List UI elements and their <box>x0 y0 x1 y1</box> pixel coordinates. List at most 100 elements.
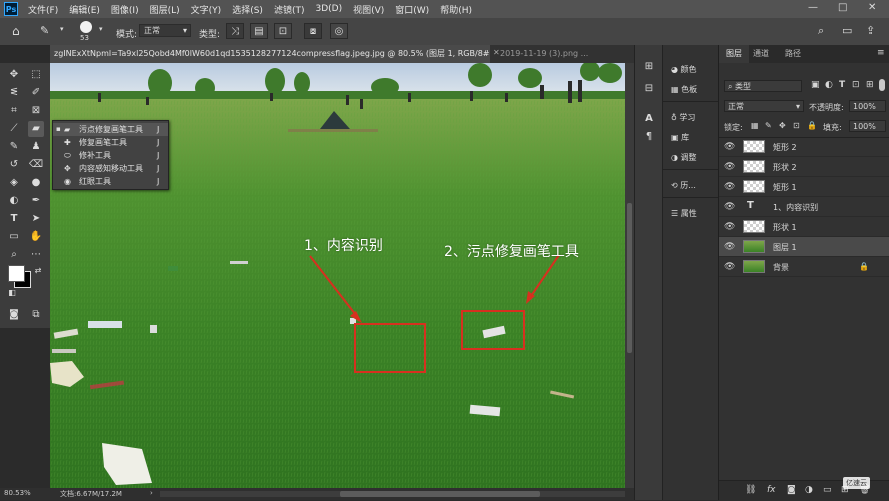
panel-learn[interactable]: ♁ 学习 <box>671 112 695 123</box>
eye-icon[interactable]: 👁 <box>724 222 735 232</box>
filter-shape-icon[interactable]: ⊡ <box>852 80 860 90</box>
flyout-item-patch[interactable]: ⬭ 修补工具 J <box>53 149 168 162</box>
status-chevron-icon[interactable]: › <box>150 489 153 497</box>
eye-icon[interactable]: 👁 <box>724 162 735 172</box>
flyout-item-red-eye[interactable]: ◉ 红眼工具 J <box>53 175 168 188</box>
adjustment-icon[interactable]: ◑ <box>805 485 813 495</box>
fill-input[interactable]: 100% <box>849 120 886 132</box>
screen-mode-icon[interactable]: ⧉ <box>28 307 44 323</box>
group-icon[interactable]: ▭ <box>823 485 832 495</box>
swap-colors-icon[interactable]: ⇄ <box>30 263 46 279</box>
menu-file[interactable]: 文件(F) <box>28 3 58 16</box>
quick-mask-icon[interactable]: ◙ <box>6 307 22 323</box>
panel-adjustments[interactable]: ◑ 调整 <box>671 152 697 163</box>
menu-window[interactable]: 窗口(W) <box>395 3 429 16</box>
filter-type-icon[interactable]: T <box>839 80 845 90</box>
eraser-tool-icon[interactable]: ⌫ <box>28 157 44 173</box>
history-brush-tool-icon[interactable]: ↺ <box>6 157 22 173</box>
swatches-panel-icon[interactable]: ⊟ <box>641 81 657 97</box>
tab-channels[interactable]: 通道 <box>753 45 769 63</box>
opacity-input[interactable]: 100% <box>849 100 886 112</box>
zoom-tool-icon[interactable]: ⌕ <box>6 247 22 263</box>
brush-picker-chevron-icon[interactable]: ▾ <box>99 25 103 33</box>
layer-row[interactable]: 👁 ▭ 矩形 1 <box>719 177 889 197</box>
menu-help[interactable]: 帮助(H) <box>440 3 472 16</box>
zoom-level[interactable]: 80.53% <box>4 489 31 497</box>
mode-select[interactable]: 正常 ▾ <box>139 24 191 37</box>
menu-3d[interactable]: 3D(D) <box>315 4 342 14</box>
hand-tool-icon[interactable]: ✋ <box>28 229 44 245</box>
frame-tool-icon[interactable]: ⊠ <box>28 103 44 119</box>
tab-layers[interactable]: 图层 <box>719 45 749 63</box>
photoshop-logo-icon[interactable]: Ps <box>4 2 18 16</box>
create-texture-button[interactable]: ▤ <box>250 23 268 39</box>
menu-view[interactable]: 视图(V) <box>353 3 384 16</box>
pressure-size-button[interactable]: ◎ <box>330 23 348 39</box>
panel-history[interactable]: ⟲ 历... <box>671 180 696 191</box>
blend-mode-select[interactable]: 正常 ▾ <box>724 100 804 112</box>
flyout-item-healing-brush[interactable]: ✚ 修复画笔工具 J <box>53 136 168 149</box>
eye-icon[interactable]: 👁 <box>724 242 735 252</box>
menu-layer[interactable]: 图层(L) <box>150 3 180 16</box>
layer-row[interactable]: 👁 ▭ 形状 2 <box>719 157 889 177</box>
lock-artboard-icon[interactable]: ⊡ <box>793 121 800 130</box>
layer-kind-filter[interactable]: ⌕ 类型 <box>724 80 802 92</box>
panel-properties[interactable]: ☰ 属性 <box>671 208 697 219</box>
brush-tool-icon[interactable]: ✎ <box>6 139 22 155</box>
brush-preview-icon[interactable] <box>80 21 92 33</box>
layer-row[interactable]: 👁 背景 🔒 <box>719 257 889 277</box>
lock-pixels-icon[interactable]: ✎ <box>765 121 772 130</box>
link-icon[interactable]: ⛓ <box>745 485 756 495</box>
paint-bucket-tool-icon[interactable]: ◈ <box>6 175 22 191</box>
menu-type[interactable]: 文字(Y) <box>191 3 222 16</box>
mask-icon[interactable]: ◙ <box>787 485 796 495</box>
filter-toggle[interactable] <box>879 79 885 91</box>
healing-brush-tool-icon[interactable]: ▰ <box>28 121 44 137</box>
menu-edit[interactable]: 编辑(E) <box>69 3 100 16</box>
canvas-vertical-scrollbar[interactable] <box>625 63 634 488</box>
fx-icon[interactable]: fx <box>767 485 776 495</box>
quick-select-tool-icon[interactable]: ✐ <box>28 85 44 101</box>
marquee-tool-icon[interactable]: ⬚ <box>28 67 44 83</box>
layer-row[interactable]: 👁 ▭ 形状 1 <box>719 217 889 237</box>
layer-row[interactable]: 👁 ▭ 矩形 2 <box>719 137 889 157</box>
eye-icon[interactable]: 👁 <box>724 202 735 212</box>
home-icon[interactable]: ⌂ <box>12 24 20 38</box>
flyout-item-content-aware-move[interactable]: ✥ 内容感知移动工具 J <box>53 162 168 175</box>
pen-tool-icon[interactable]: ✒ <box>28 193 44 209</box>
filter-pixel-icon[interactable]: ▣ <box>811 80 820 90</box>
panel-libraries[interactable]: ▣ 库 <box>671 132 689 143</box>
filter-adjustment-icon[interactable]: ◐ <box>825 80 833 90</box>
path-select-tool-icon[interactable]: ➤ <box>28 211 44 227</box>
eye-icon[interactable]: 👁 <box>724 142 735 152</box>
tool-preset-icon[interactable]: ✎ <box>40 24 49 37</box>
lock-all-icon[interactable]: 🔒 <box>807 121 817 130</box>
default-colors-icon[interactable]: ◧ <box>4 285 20 301</box>
menu-image[interactable]: 图像(I) <box>111 3 139 16</box>
panel-menu-icon[interactable]: ≡ <box>877 48 885 58</box>
more-tools-icon[interactable]: ⋯ <box>28 247 44 263</box>
content-aware-button[interactable]: ⊡ <box>274 23 292 39</box>
tab-paths[interactable]: 路径 <box>785 45 801 63</box>
horizontal-scrollbar-thumb[interactable] <box>340 491 540 497</box>
rectangle-tool-icon[interactable]: ▭ <box>6 229 22 245</box>
close-icon[interactable]: ✕ <box>868 2 876 13</box>
share-icon[interactable]: ⇪ <box>866 24 875 37</box>
clone-stamp-tool-icon[interactable]: ♟ <box>28 139 44 155</box>
crop-tool-icon[interactable]: ⌗ <box>6 103 22 119</box>
lasso-tool-icon[interactable]: ᓬ <box>6 85 22 101</box>
sample-all-layers-button[interactable]: ⧇ <box>304 23 322 39</box>
character-panel-icon[interactable]: A <box>641 111 657 127</box>
proximity-match-button[interactable]: ⤨ <box>226 23 244 39</box>
workspace-icon[interactable]: ▭ <box>842 24 852 37</box>
panel-swatches[interactable]: ▦ 色板 <box>671 84 697 95</box>
eye-icon[interactable]: 👁 <box>724 182 735 192</box>
layer-row-selected[interactable]: 👁 图层 1 <box>719 237 889 257</box>
tab-active-document[interactable]: zgINExXtNpml=Ta9xl25Qobd4Mf0lW60d1qd1535… <box>50 45 490 63</box>
menu-select[interactable]: 选择(S) <box>232 3 263 16</box>
eyedropper-tool-icon[interactable]: ⟋ <box>6 121 22 137</box>
chevron-down-icon[interactable]: ▾ <box>60 25 64 33</box>
flyout-item-spot-healing-brush[interactable]: ▪ ▰ 污点修复画笔工具 J <box>53 123 168 136</box>
eye-icon[interactable]: 👁 <box>724 262 735 272</box>
maximize-icon[interactable]: □ <box>838 2 847 13</box>
